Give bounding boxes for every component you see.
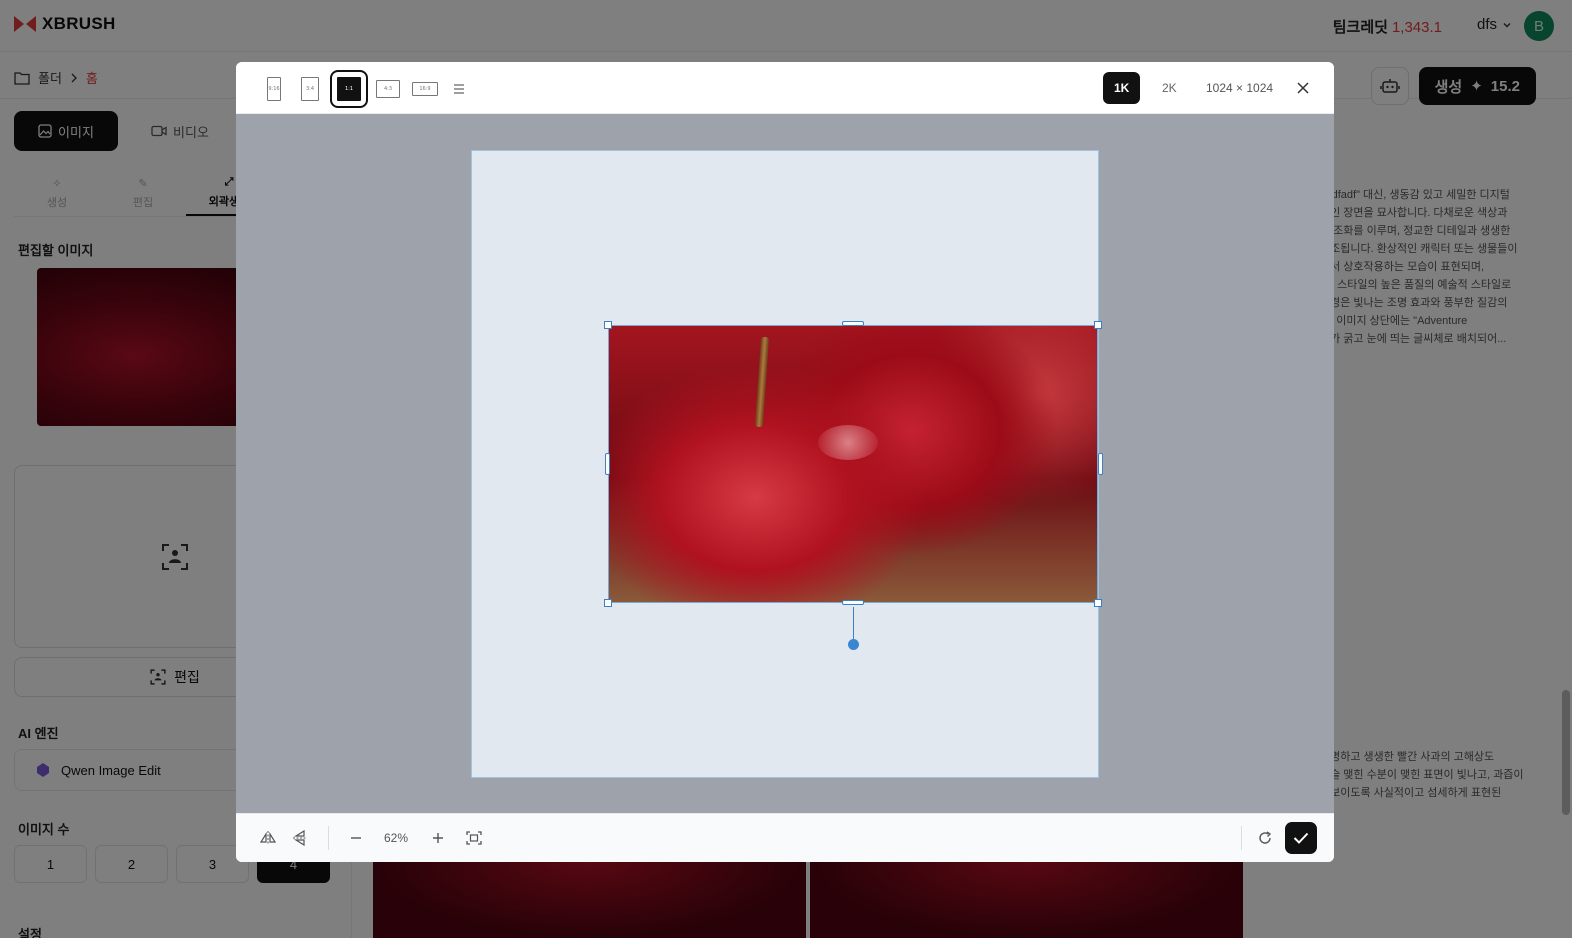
resize-handle-bottom-left[interactable] [604, 599, 612, 607]
close-icon [1297, 82, 1309, 94]
refresh-icon [1259, 831, 1272, 844]
fit-to-screen-button[interactable] [462, 826, 486, 850]
resize-handle-bottom[interactable] [842, 600, 864, 605]
ratio-label: 1:1 [337, 77, 361, 101]
modal-toolbar: 62% [236, 813, 1334, 862]
toolbar-divider [328, 826, 329, 850]
zoom-out-button[interactable] [344, 826, 368, 850]
toolbar-divider [1241, 826, 1242, 850]
ratio-option[interactable]: 1:1 [330, 70, 368, 108]
resize-handle-right[interactable] [1098, 453, 1103, 475]
modal-header: 9:16 3:4 1:1 4:3 16:9 1K 2K 1024 × 1024 [236, 62, 1334, 114]
ratio-label: 3:4 [301, 77, 319, 101]
fit-screen-icon [466, 831, 482, 845]
minus-icon [351, 837, 361, 839]
more-ratios-button[interactable] [448, 73, 470, 105]
flip-horizontal-icon [260, 831, 276, 845]
flip-vertical-icon [293, 830, 307, 846]
resize-handle-left[interactable] [605, 453, 610, 475]
check-icon [1293, 832, 1309, 844]
zoom-level: 62% [384, 831, 409, 845]
resize-handle-top[interactable] [842, 321, 864, 326]
ratio-label: 4:3 [376, 80, 400, 98]
plus-icon [433, 833, 443, 843]
confirm-button[interactable] [1285, 822, 1317, 854]
ratio-option[interactable]: 16:9 [410, 73, 440, 105]
resize-handle-top-right[interactable] [1094, 321, 1102, 329]
ratio-label: 16:9 [412, 82, 438, 96]
outpaint-editor-modal: 9:16 3:4 1:1 4:3 16:9 1K 2K 1024 × 1024 [236, 62, 1334, 862]
resize-handle-bottom-right[interactable] [1094, 599, 1102, 607]
rotation-stem [853, 607, 854, 643]
resolution-1k[interactable]: 1K [1103, 72, 1141, 104]
ratio-option[interactable]: 4:3 [374, 73, 402, 105]
flip-horizontal-button[interactable] [256, 826, 280, 850]
rotation-handle[interactable] [848, 639, 859, 650]
ratio-option[interactable]: 3:4 [296, 73, 324, 105]
resize-handle-top-left[interactable] [604, 321, 612, 329]
editor-stage[interactable] [236, 114, 1334, 813]
aspect-ratio-selector: 9:16 3:4 1:1 4:3 16:9 [260, 70, 470, 108]
flip-vertical-button[interactable] [288, 826, 312, 850]
close-button[interactable] [1292, 77, 1314, 99]
zoom-in-button[interactable] [426, 826, 450, 850]
reset-button[interactable] [1253, 826, 1277, 850]
ratio-label: 9:16 [267, 77, 281, 101]
list-icon [454, 84, 464, 94]
selection-border [608, 325, 1098, 603]
resolution-2k[interactable]: 2K [1151, 72, 1188, 104]
ratio-option[interactable]: 9:16 [260, 73, 288, 105]
output-dimensions: 1024 × 1024 [1206, 81, 1274, 95]
